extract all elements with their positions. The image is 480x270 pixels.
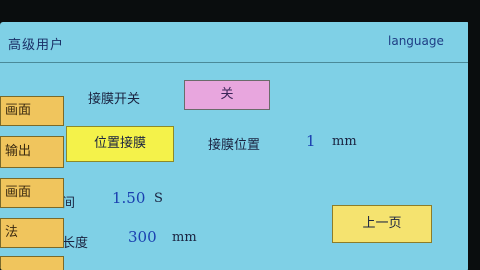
side-menu-item-extra[interactable] [0, 256, 64, 270]
side-menu-item-screen-2[interactable]: 画面 [0, 178, 64, 208]
previous-page-button[interactable]: 上一页 [332, 205, 432, 243]
film-position-value[interactable]: 1 [306, 132, 316, 150]
title-bar: 高级用户 language [0, 22, 470, 63]
length-label: 长度 [62, 236, 89, 251]
display-bezel-top [0, 0, 480, 22]
page-title: 高级用户 [8, 38, 65, 53]
time-unit: S [154, 191, 163, 206]
language-button[interactable]: language [388, 34, 444, 48]
film-switch-label: 接膜开关 [88, 92, 141, 107]
time-value[interactable]: 1.50 [112, 189, 145, 207]
position-film-button[interactable]: 位置接膜 [66, 126, 174, 162]
display-bezel-right [468, 0, 480, 270]
side-menu-item-screen-1[interactable]: 画面 [0, 96, 64, 126]
film-switch-toggle-button[interactable]: 关 [184, 80, 270, 110]
length-value[interactable]: 300 [128, 228, 157, 246]
film-position-unit: mm [332, 134, 357, 149]
film-position-label: 接膜位置 [208, 138, 261, 153]
side-menu-item-output[interactable]: 输出 [0, 136, 64, 168]
side-menu-item-method[interactable]: 法 [0, 218, 64, 248]
hmi-screen: 高级用户 language 接膜开关 关 位置接膜 接膜位置 1 mm 间 1.… [0, 22, 470, 270]
length-unit: mm [172, 230, 197, 245]
